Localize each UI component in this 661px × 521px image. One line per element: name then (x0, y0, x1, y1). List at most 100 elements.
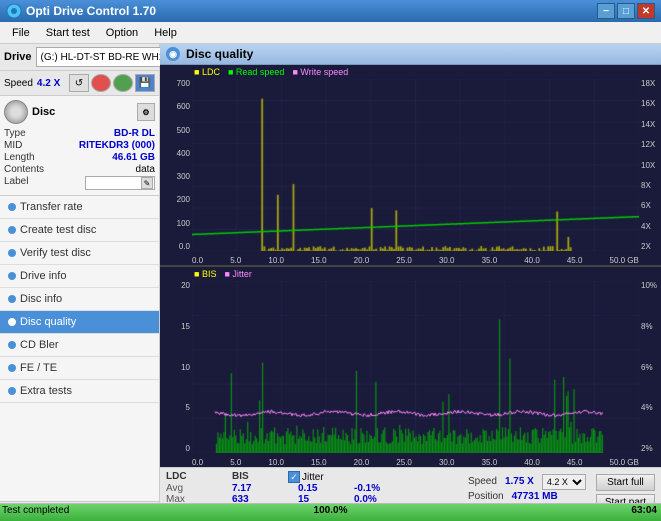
nav-label: Disc info (20, 293, 62, 305)
disc-panel-header: Disc ⚙ (4, 100, 155, 124)
drive-label: Drive (4, 51, 32, 63)
jitter-checkbox-area: ✓ Jitter (288, 471, 324, 483)
nav-label: CD Bler (20, 339, 59, 351)
jitter-avg: -0.1% (354, 483, 394, 494)
window-title: Opti Drive Control 1.70 (26, 4, 597, 18)
refresh-button[interactable]: ↺ (69, 74, 89, 92)
top-chart-canvas (192, 79, 639, 251)
disc-length-row: Length 46.61 GB (4, 152, 155, 163)
legend-read-speed: ■ Read speed (228, 67, 284, 77)
nav-dot (8, 318, 16, 326)
nav-label: FE / TE (20, 362, 57, 374)
save-button[interactable]: 💾 (135, 74, 155, 92)
speed-bar: Speed 4.2 X ↺ 💾 (0, 71, 159, 96)
disc-contents-row: Contents data (4, 164, 155, 175)
nav-dot (8, 387, 16, 395)
nav-label: Extra tests (20, 385, 72, 397)
sidebar-item-disc-quality[interactable]: Disc quality (0, 311, 159, 334)
nav-label: Disc quality (20, 316, 76, 328)
sidebar-item-disc-info[interactable]: Disc info (0, 288, 159, 311)
nav-menu: Transfer rate Create test disc Verify te… (0, 196, 159, 403)
bottom-chart-section: ■ BIS ■ Jitter 20 15 10 5 0 10% 8% 6% 4% (160, 267, 661, 467)
ldc-avg: 7.17 (232, 483, 282, 494)
bottom-chart-legend: ■ BIS ■ Jitter (194, 269, 252, 279)
sidebar-item-create-test-disc[interactable]: Create test disc (0, 219, 159, 242)
disc-settings-button[interactable]: ⚙ (137, 103, 155, 121)
progress-bar-container: Test completed 63:04 100.0% (0, 503, 661, 521)
nav-dot (8, 272, 16, 280)
disc-length-label: Length (4, 152, 35, 163)
nav-label: Verify test disc (20, 247, 91, 259)
menu-help[interactable]: Help (146, 25, 185, 41)
menu-file[interactable]: File (4, 25, 38, 41)
start-full-button[interactable]: Start full (596, 474, 655, 491)
progress-time: 63:04 (631, 505, 657, 516)
speed-value: 4.2 X (37, 78, 60, 89)
bottom-chart-canvas (192, 281, 639, 453)
chart-header: ◉ Disc quality (160, 44, 661, 65)
legend-write-speed: ■ Write speed (292, 67, 348, 77)
progress-percent: 100.0% (314, 505, 348, 516)
jitter-checkbox[interactable]: ✓ (288, 471, 300, 483)
nav-dot (8, 295, 16, 303)
top-chart-legend: ■ LDC ■ Read speed ■ Write speed (194, 67, 348, 77)
bis-header: BIS (232, 471, 272, 483)
chart-header-icon: ◉ (166, 47, 180, 61)
nav-dot (8, 341, 16, 349)
sidebar-item-cd-bler[interactable]: CD Bler (0, 334, 159, 357)
nav-label: Transfer rate (20, 201, 83, 213)
top-chart-section: ■ LDC ■ Read speed ■ Write speed 700 600… (160, 65, 661, 267)
titlebar: Opti Drive Control 1.70 − □ ✕ (0, 0, 661, 22)
disc-panel: Disc ⚙ Type BD-R DL MID RITEKDR3 (000) L… (0, 96, 159, 196)
sidebar-item-drive-info[interactable]: Drive info (0, 265, 159, 288)
position-value: 47731 MB (512, 491, 558, 502)
menu-start-test[interactable]: Start test (38, 25, 98, 41)
maximize-button[interactable]: □ (617, 3, 635, 19)
play-button[interactable] (113, 74, 133, 92)
speed-stat-select[interactable]: 4.2 X (542, 474, 586, 490)
disc-length-value: 46.61 GB (112, 152, 155, 163)
nav-label: Drive info (20, 270, 66, 282)
bis-avg: 0.15 (298, 483, 338, 494)
disc-icon (4, 100, 28, 124)
sidebar-item-extra-tests[interactable]: Extra tests (0, 380, 159, 403)
speed-stat-value: 1.75 X (505, 476, 534, 487)
close-button[interactable]: ✕ (637, 3, 655, 19)
disc-type-label: Type (4, 128, 26, 139)
position-label: Position (468, 491, 504, 502)
drive-bar: Drive (G:) HL-DT-ST BD-RE WH16NS48 1.D3 … (0, 44, 159, 71)
charts-wrapper: ■ LDC ■ Read speed ■ Write speed 700 600… (160, 65, 661, 467)
speed-stat-label: Speed (468, 476, 497, 487)
disc-mid-value: RITEKDR3 (000) (79, 140, 155, 151)
y-axis-left-top: 700 600 500 400 300 200 100 0.0 (160, 79, 192, 251)
legend-jitter: ■ Jitter (224, 269, 251, 279)
x-axis-top: 0.05.010.015.020.025.030.035.040.045.050… (192, 256, 639, 265)
stop-button[interactable] (91, 74, 111, 92)
disc-label: Disc (32, 106, 55, 118)
label-edit-button[interactable]: ✎ (141, 177, 153, 189)
disc-mid-row: MID RITEKDR3 (000) (4, 140, 155, 151)
nav-dot (8, 249, 16, 257)
disc-contents-label: Contents (4, 164, 44, 175)
legend-ldc: ■ LDC (194, 67, 220, 77)
nav-label: Create test disc (20, 224, 96, 236)
x-axis-bottom: 0.05.010.015.020.025.030.035.040.045.050… (192, 458, 639, 467)
disc-type-row: Type BD-R DL (4, 128, 155, 139)
menu-option[interactable]: Option (98, 25, 146, 41)
sidebar-item-verify-test-disc[interactable]: Verify test disc (0, 242, 159, 265)
y-axis-right-top: 18X 16X 14X 12X 10X 8X 6X 4X 2X (639, 79, 661, 251)
sidebar-item-transfer-rate[interactable]: Transfer rate (0, 196, 159, 219)
app-icon (6, 3, 22, 19)
nav-dot (8, 203, 16, 211)
speed-label: Speed (4, 78, 33, 89)
disc-type-value: BD-R DL (114, 128, 155, 139)
disc-contents-value: data (136, 164, 155, 175)
y-axis-left-bottom: 20 15 10 5 0 (160, 281, 192, 453)
minimize-button[interactable]: − (597, 3, 615, 19)
disc-label-row: Label ✎ (4, 176, 155, 190)
content-area: ◉ Disc quality ■ LDC ■ Read speed ■ Writ… (160, 44, 661, 521)
sidebar-item-fe-te[interactable]: FE / TE (0, 357, 159, 380)
progress-label: Test completed (2, 505, 69, 516)
nav-dot (8, 364, 16, 372)
main-container: Drive (G:) HL-DT-ST BD-RE WH16NS48 1.D3 … (0, 44, 661, 521)
